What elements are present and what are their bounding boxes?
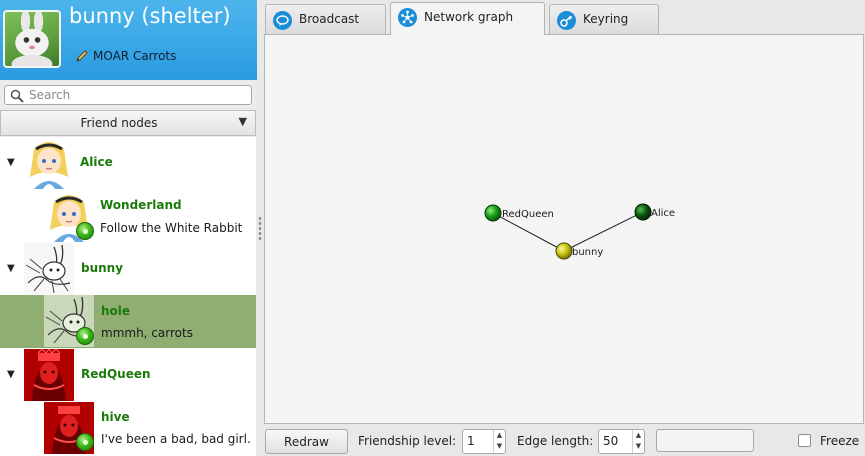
rabbit-icon <box>11 12 53 66</box>
status-message: MOAR Carrots <box>93 49 177 63</box>
panel-splitter[interactable] <box>257 0 263 456</box>
graph-edge <box>563 211 644 252</box>
online-status-icon <box>76 222 94 240</box>
friendship-level-input[interactable] <box>467 434 489 448</box>
edge-length-input[interactable] <box>603 434 625 448</box>
graph-controls-bar: Redraw Friendship level: ▲ ▼ Edge length… <box>263 425 865 456</box>
graph-node-bunny[interactable]: bunny <box>555 242 603 260</box>
friend-name: Alice <box>80 155 113 169</box>
tree-row-friend-redqueen[interactable]: ▼ RedQueen <box>0 348 256 401</box>
tree-row-location-hive[interactable]: hive I've been a bad, bad girl. <box>0 401 256 456</box>
grip-handle-icon <box>258 216 262 240</box>
expand-arrow-icon[interactable]: ▼ <box>7 369 15 380</box>
graph-node-alice[interactable]: Alice <box>634 203 675 221</box>
spin-up-icon[interactable]: ▲ <box>494 430 505 441</box>
freeze-label: Freeze <box>820 434 860 448</box>
tree-row-location-wonderland[interactable]: Wonderland Follow the White Rabbit <box>0 190 256 243</box>
location-status: Follow the White Rabbit <box>100 221 243 235</box>
friend-name: bunny <box>81 261 124 275</box>
node-label: RedQueen <box>502 209 554 220</box>
spinbox-arrows[interactable]: ▲ ▼ <box>493 430 505 453</box>
tab-broadcast[interactable]: Broadcast <box>265 4 386 34</box>
tree-row-location-hole[interactable]: hole mmmh, carrots <box>0 295 256 348</box>
friendship-level-label: Friendship level: <box>358 434 457 448</box>
location-status: mmmh, carrots <box>101 326 193 340</box>
spin-down-icon[interactable]: ▼ <box>494 441 505 452</box>
edge-length-spinbox[interactable]: ▲ ▼ <box>598 429 645 454</box>
pencil-icon <box>76 50 88 62</box>
node-label: bunny <box>572 247 603 258</box>
spin-up-icon[interactable]: ▲ <box>633 430 644 441</box>
tab-bar: Broadcast Network graph Keyring <box>263 0 865 35</box>
search-icon <box>10 89 24 103</box>
profile-name: bunny (shelter) <box>69 4 231 28</box>
graph-node-redqueen[interactable]: RedQueen <box>484 204 554 222</box>
tree-row-friend-bunny[interactable]: ▼ bunny <box>0 243 256 295</box>
tab-keyring[interactable]: Keyring <box>549 4 659 34</box>
friend-nodes-header-label: Friend nodes <box>80 116 158 130</box>
location-name: hole <box>101 304 131 318</box>
network-graph-canvas[interactable]: RedQueen Alice bunny <box>264 34 864 424</box>
friend-nodes-header[interactable]: Friend nodes ▼ <box>0 110 256 136</box>
freeze-checkbox[interactable] <box>798 434 811 447</box>
spin-down-icon[interactable]: ▼ <box>633 441 644 452</box>
search-input[interactable] <box>29 87 249 103</box>
tab-label: Broadcast <box>299 12 360 26</box>
tree-row-friend-alice[interactable]: ▼ Alice <box>0 137 256 190</box>
location-name: Wonderland <box>100 198 182 212</box>
expand-arrow-icon[interactable]: ▼ <box>7 263 15 274</box>
edge-length-label: Edge length: <box>517 434 594 448</box>
friendship-level-spinbox[interactable]: ▲ ▼ <box>462 429 506 454</box>
friend-name: RedQueen <box>81 367 151 381</box>
profile-header: bunny (shelter) MOAR Carrots <box>0 0 257 80</box>
left-panel: bunny (shelter) MOAR Carrots Friend node… <box>0 0 257 456</box>
key-icon <box>557 11 576 30</box>
graph-info-field[interactable] <box>656 429 754 452</box>
online-status-icon <box>76 433 94 451</box>
tab-label: Keyring <box>583 12 629 26</box>
chevron-down-icon: ▼ <box>238 115 247 128</box>
location-status: I've been a bad, bad girl. <box>101 432 251 446</box>
tab-network-graph[interactable]: Network graph <box>390 2 545 35</box>
status-message-row[interactable]: MOAR Carrots <box>75 49 176 63</box>
app-window: bunny (shelter) MOAR Carrots Friend node… <box>0 0 865 456</box>
alice-avatar <box>24 137 74 189</box>
location-name: hive <box>101 410 130 424</box>
rabbit-sketch-avatar <box>24 243 74 295</box>
spinbox-arrows[interactable]: ▲ ▼ <box>632 430 644 453</box>
network-graph-svg: RedQueen Alice bunny <box>484 203 675 260</box>
node-label: Alice <box>651 208 675 219</box>
chat-bubble-icon <box>273 11 292 30</box>
friend-tree: ▼ Alice Wonderland Follow the White Rabb… <box>0 137 256 456</box>
redraw-button[interactable]: Redraw <box>265 429 348 454</box>
search-box <box>4 85 252 105</box>
red-queen-avatar <box>24 349 74 401</box>
online-status-icon <box>76 327 94 345</box>
expand-arrow-icon[interactable]: ▼ <box>7 157 15 168</box>
tab-label: Network graph <box>424 10 514 24</box>
network-icon <box>398 8 417 27</box>
profile-avatar[interactable] <box>3 10 61 68</box>
